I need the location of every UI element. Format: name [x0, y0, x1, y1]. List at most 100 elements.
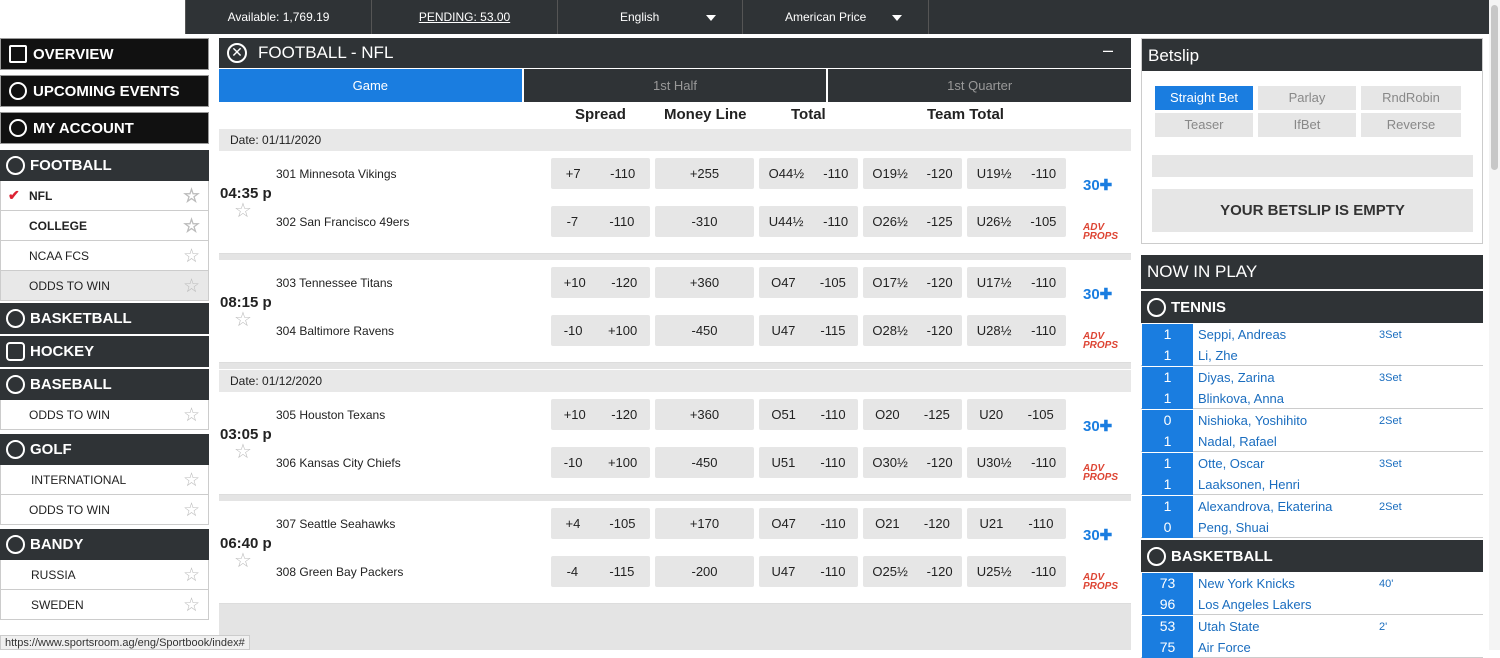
- more-wagers-link[interactable]: 30✚: [1083, 526, 1112, 544]
- live-category-basketball[interactable]: BASKETBALL: [1141, 540, 1483, 572]
- team-total-over-cell[interactable]: O20 -125: [863, 399, 962, 430]
- sidebar-upcoming-events[interactable]: UPCOMING EVENTS: [0, 75, 209, 107]
- sidebar-item-golf-odds[interactable]: ODDS TO WIN ☆: [0, 495, 209, 525]
- bet-type-parlay[interactable]: Parlay: [1258, 86, 1356, 110]
- participant-1[interactable]: Alexandrova, Ekaterina: [1198, 499, 1332, 514]
- team-total-under-cell[interactable]: U21 -110: [967, 508, 1066, 539]
- participant-2[interactable]: Peng, Shuai: [1198, 520, 1269, 535]
- star-icon[interactable]: ☆: [183, 185, 200, 208]
- moneyline-cell[interactable]: -200: [655, 556, 754, 587]
- bet-type-rndrobin[interactable]: RndRobin: [1361, 86, 1461, 110]
- participant-2[interactable]: Nadal, Rafael: [1198, 434, 1277, 449]
- sidebar-item-football-odds[interactable]: ODDS TO WIN ☆: [0, 271, 209, 301]
- star-icon[interactable]: ☆: [234, 548, 252, 573]
- sidebar-category-football[interactable]: FOOTBALL: [0, 150, 209, 181]
- price-format-select[interactable]: American Price: [742, 0, 928, 34]
- adv-props-link[interactable]: ADV PROPS: [1083, 332, 1118, 351]
- team-total-over-cell[interactable]: O26½ -125: [863, 206, 962, 237]
- spread-cell[interactable]: -10 +100: [551, 447, 650, 478]
- moneyline-cell[interactable]: +255: [655, 158, 754, 189]
- pending-link[interactable]: PENDING: 53.00: [371, 0, 557, 34]
- spread-cell[interactable]: -7 -110: [551, 206, 650, 237]
- live-match-tennis[interactable]: 0 1 Nishioka, Yoshihito Nadal, Rafael 2Set: [1141, 409, 1483, 452]
- star-icon[interactable]: ☆: [183, 594, 200, 617]
- participant-1[interactable]: New York Knicks: [1198, 576, 1295, 591]
- sidebar-item-college[interactable]: COLLEGE ☆: [0, 211, 209, 241]
- sidebar-item-sweden[interactable]: SWEDEN ☆: [0, 590, 209, 620]
- tab-1st-half[interactable]: 1st Half: [523, 69, 827, 102]
- team-total-under-cell[interactable]: U20 -105: [967, 399, 1066, 430]
- star-icon[interactable]: ☆: [234, 307, 252, 332]
- spread-cell[interactable]: -4 -115: [551, 556, 650, 587]
- star-icon[interactable]: ☆: [183, 245, 200, 268]
- more-wagers-link[interactable]: 30✚: [1083, 417, 1112, 435]
- participant-2[interactable]: Blinkova, Anna: [1198, 391, 1284, 406]
- sidebar-item-ncaa-fcs[interactable]: NCAA FCS ☆: [0, 241, 209, 271]
- adv-props-link[interactable]: ADV PROPS: [1083, 223, 1118, 242]
- star-icon[interactable]: ☆: [183, 564, 200, 587]
- more-wagers-link[interactable]: 30✚: [1083, 176, 1112, 194]
- sidebar-my-account[interactable]: MY ACCOUNT: [0, 112, 209, 144]
- team-total-under-cell[interactable]: U17½ -110: [967, 267, 1066, 298]
- participant-1[interactable]: Nishioka, Yoshihito: [1198, 413, 1307, 428]
- sidebar-category-hockey[interactable]: HOCKEY: [0, 336, 209, 367]
- total-cell[interactable]: U47 -115: [759, 315, 858, 346]
- total-cell[interactable]: U44½ -110: [759, 206, 858, 237]
- spread-cell[interactable]: +7 -110: [551, 158, 650, 189]
- team-total-under-cell[interactable]: U30½ -110: [967, 447, 1066, 478]
- sidebar-category-bandy[interactable]: BANDY: [0, 529, 209, 560]
- bet-type-ifbet[interactable]: IfBet: [1258, 113, 1356, 137]
- tab-1st-quarter[interactable]: 1st Quarter: [828, 69, 1132, 102]
- star-icon[interactable]: ☆: [234, 439, 252, 464]
- sidebar-item-russia[interactable]: RUSSIA ☆: [0, 560, 209, 590]
- moneyline-cell[interactable]: -450: [655, 315, 754, 346]
- participant-1[interactable]: Seppi, Andreas: [1198, 327, 1286, 342]
- spread-cell[interactable]: +10 -120: [551, 267, 650, 298]
- team-total-under-cell[interactable]: U19½ -110: [967, 158, 1066, 189]
- star-icon[interactable]: ☆: [183, 499, 200, 522]
- team-total-over-cell[interactable]: O17½ -120: [863, 267, 962, 298]
- star-icon[interactable]: ☆: [183, 275, 200, 298]
- team-total-under-cell[interactable]: U26½ -105: [967, 206, 1066, 237]
- bet-type-straight[interactable]: Straight Bet: [1155, 86, 1253, 110]
- spread-cell[interactable]: +10 -120: [551, 399, 650, 430]
- star-icon[interactable]: ☆: [183, 404, 200, 427]
- live-match-basketball[interactable]: 73 96 New York Knicks Los Angeles Lakers 40': [1141, 572, 1483, 615]
- participant-1[interactable]: Diyas, Zarina: [1198, 370, 1275, 385]
- team-total-over-cell[interactable]: O28½ -120: [863, 315, 962, 346]
- moneyline-cell[interactable]: +170: [655, 508, 754, 539]
- live-category-tennis[interactable]: TENNIS: [1141, 291, 1483, 323]
- adv-props-link[interactable]: ADV PROPS: [1083, 573, 1118, 592]
- team-total-under-cell[interactable]: U25½ -110: [967, 556, 1066, 587]
- total-cell[interactable]: O47 -110: [759, 508, 858, 539]
- moneyline-cell[interactable]: -310: [655, 206, 754, 237]
- bet-type-reverse[interactable]: Reverse: [1361, 113, 1461, 137]
- team-total-under-cell[interactable]: U28½ -110: [967, 315, 1066, 346]
- bet-type-teaser[interactable]: Teaser: [1155, 113, 1253, 137]
- scrollbar[interactable]: [1489, 0, 1500, 650]
- live-match-tennis[interactable]: 1 1 Diyas, Zarina Blinkova, Anna 3Set: [1141, 366, 1483, 409]
- participant-2[interactable]: Air Force: [1198, 640, 1251, 655]
- adv-props-link[interactable]: ADV PROPS: [1083, 464, 1118, 483]
- total-cell[interactable]: U51 -110: [759, 447, 858, 478]
- more-wagers-link[interactable]: 30✚: [1083, 285, 1112, 303]
- team-total-over-cell[interactable]: O19½ -120: [863, 158, 962, 189]
- participant-2[interactable]: Los Angeles Lakers: [1198, 597, 1311, 612]
- sidebar-category-basketball[interactable]: BASKETBALL: [0, 303, 209, 334]
- star-icon[interactable]: ☆: [183, 215, 200, 238]
- moneyline-cell[interactable]: +360: [655, 267, 754, 298]
- total-cell[interactable]: O51 -110: [759, 399, 858, 430]
- spread-cell[interactable]: +4 -105: [551, 508, 650, 539]
- sidebar-item-baseball-odds[interactable]: ODDS TO WIN ☆: [0, 400, 209, 430]
- minimize-button[interactable]: –: [1103, 40, 1113, 61]
- total-cell[interactable]: U47 -110: [759, 556, 858, 587]
- participant-1[interactable]: Otte, Oscar: [1198, 456, 1264, 471]
- tab-game[interactable]: Game: [219, 69, 522, 102]
- live-match-tennis[interactable]: 1 0 Alexandrova, Ekaterina Peng, Shuai 2Set: [1141, 495, 1483, 538]
- total-cell[interactable]: O44½ -110: [759, 158, 858, 189]
- language-select[interactable]: English: [557, 0, 742, 34]
- moneyline-cell[interactable]: +360: [655, 399, 754, 430]
- sidebar-item-international[interactable]: INTERNATIONAL ☆: [0, 465, 209, 495]
- participant-1[interactable]: Utah State: [1198, 619, 1259, 634]
- sidebar-overview[interactable]: OVERVIEW: [0, 38, 209, 70]
